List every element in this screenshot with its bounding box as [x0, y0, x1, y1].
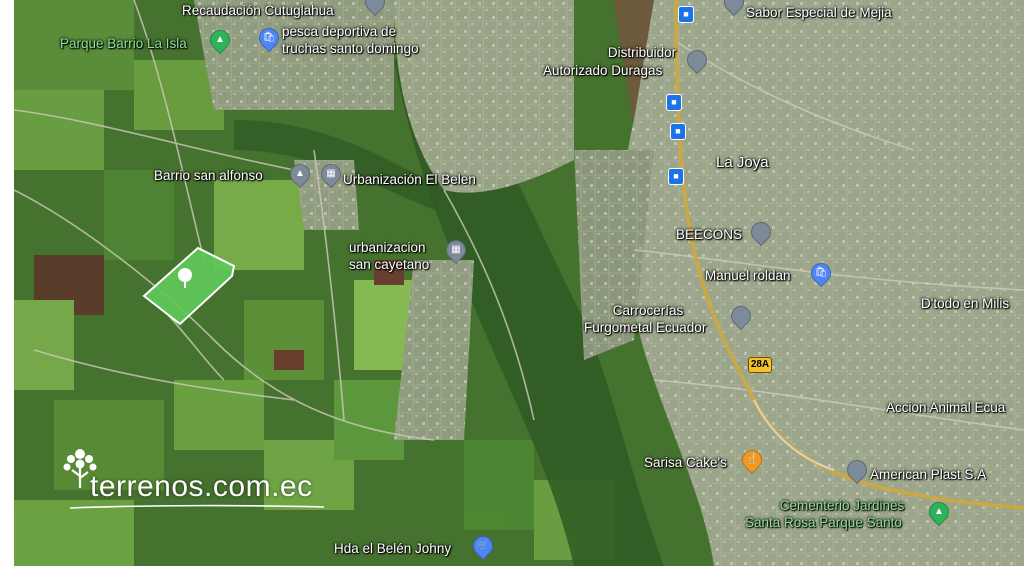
label-cementerio-line1[interactable]: Cementerio Jardines [762, 498, 922, 513]
label-sarisa[interactable]: Sarisa Cake's [644, 455, 727, 470]
bus-stop-icon[interactable]: ■ [670, 123, 686, 140]
label-accion-animal[interactable]: Accion Animal Ecua [886, 400, 1005, 415]
satellite-map[interactable]: Recaudación Cutuglahua 🛍 pesca deportiva… [14, 0, 1024, 566]
label-american-plast[interactable]: American Plast S.A [870, 467, 986, 482]
label-pesca-line1[interactable]: pesca deportiva de [282, 24, 396, 39]
label-sabor[interactable]: Sabor Especial de Mejia [746, 5, 892, 20]
label-urb-cayetano-line1[interactable]: urbanizacion [349, 240, 426, 255]
label-hda-belen[interactable]: Hda el Belén Johny [334, 541, 451, 556]
label-parque-barrio[interactable]: Parque Barrio La Isla [60, 36, 187, 51]
bus-stop-icon[interactable]: ■ [678, 6, 694, 23]
label-carrocerias-line1[interactable]: Carrocerías [603, 303, 693, 318]
label-cementerio-line2[interactable]: Santa Rosa Parque Santo [745, 515, 902, 530]
brand-logo: terrenos.com.ec [63, 446, 328, 516]
bus-stop-icon[interactable]: ■ [666, 94, 682, 111]
bus-stop-icon[interactable]: ■ [668, 168, 684, 185]
label-beecons[interactable]: BEECONS [676, 227, 742, 242]
brand-name: terrenos.com.ec [90, 470, 313, 503]
brand-underline [69, 504, 325, 509]
label-manuel-roldan[interactable]: Manuel roldan [705, 268, 791, 283]
label-dtodo[interactable]: D'todo en Milis [921, 296, 1009, 311]
label-distribuidor-line2[interactable]: Autorizado Duragas [543, 63, 662, 78]
label-distribuidor-line1[interactable]: Distribuidor [582, 45, 702, 60]
label-pesca-line2[interactable]: truchas santo domingo [282, 41, 419, 56]
route-shield: 28A [748, 357, 772, 373]
label-la-joya[interactable]: La Joya [716, 155, 769, 170]
label-urb-cayetano-line2[interactable]: san cayetano [349, 257, 429, 272]
label-recaudacion[interactable]: Recaudación Cutuglahua [182, 3, 334, 18]
label-urb-el-belen[interactable]: Urbanización El Belen [343, 172, 476, 187]
label-carrocerias-line2[interactable]: Furgometal Ecuador [584, 320, 706, 335]
label-barrio-san-alfonso[interactable]: Barrio san alfonso [154, 168, 263, 183]
